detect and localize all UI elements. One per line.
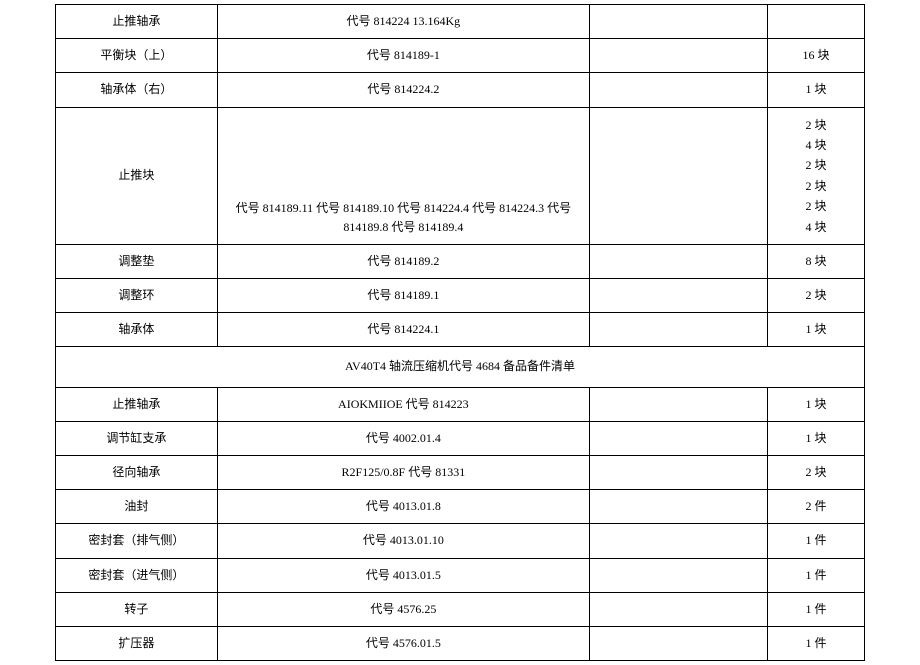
part-code-cell: 代号 814224.2 bbox=[217, 73, 589, 107]
spare-cell bbox=[589, 244, 767, 278]
spare-cell bbox=[589, 558, 767, 592]
table-row: 平衡块（上）代号 814189-1 16 块 bbox=[56, 39, 865, 73]
table-row: 止推块代号 814189.11 代号 814189.10 代号 814224.4… bbox=[56, 107, 865, 244]
spare-cell bbox=[589, 5, 767, 39]
table-row: 油封代号 4013.01.8 2 件 bbox=[56, 490, 865, 524]
spare-cell bbox=[589, 456, 767, 490]
table-row: 调节缸支承代号 4002.01.4 1 块 bbox=[56, 421, 865, 455]
part-name-cell: 密封套（排气侧） bbox=[56, 524, 218, 558]
part-name-cell: 止推轴承 bbox=[56, 5, 218, 39]
spare-cell bbox=[589, 39, 767, 73]
spare-cell bbox=[589, 387, 767, 421]
quantity-cell: 1 块 bbox=[767, 73, 864, 107]
spare-cell bbox=[589, 279, 767, 313]
spare-cell bbox=[589, 421, 767, 455]
part-name-cell: 调整环 bbox=[56, 279, 218, 313]
table-row: 调整环代号 814189.1 2 块 bbox=[56, 279, 865, 313]
quantity-cell: 1 块 bbox=[767, 387, 864, 421]
part-code-cell: AIOKMIIOE 代号 814223 bbox=[217, 387, 589, 421]
parts-table: 止推轴承代号 814224 13.164Kg平衡块（上）代号 814189-11… bbox=[55, 4, 865, 661]
part-code-cell: 代号 4002.01.4 bbox=[217, 421, 589, 455]
quantity-cell: 1 件 bbox=[767, 592, 864, 626]
quantity-cell: 2 件 bbox=[767, 490, 864, 524]
part-name-cell: 轴承体 bbox=[56, 313, 218, 347]
part-name-cell: 轴承体（右） bbox=[56, 73, 218, 107]
part-name-cell: 油封 bbox=[56, 490, 218, 524]
part-code-cell: 代号 814189.11 代号 814189.10 代号 814224.4 代号… bbox=[217, 107, 589, 244]
part-code-cell: 代号 814189-1 bbox=[217, 39, 589, 73]
quantity-cell: 1 件 bbox=[767, 626, 864, 660]
part-code-cell: 代号 4576.25 bbox=[217, 592, 589, 626]
part-name-cell: 扩压器 bbox=[56, 626, 218, 660]
table-row: AV40T4 轴流压缩机代号 4684 备品备件清单 bbox=[56, 347, 865, 387]
spare-cell bbox=[589, 313, 767, 347]
part-name-cell: 径向轴承 bbox=[56, 456, 218, 490]
part-code-cell: R2F125/0.8F 代号 81331 bbox=[217, 456, 589, 490]
spare-cell bbox=[589, 107, 767, 244]
table-row: 密封套（排气侧）代号 4013.01.10 1 件 bbox=[56, 524, 865, 558]
part-name-cell: 调整垫 bbox=[56, 244, 218, 278]
spare-cell bbox=[589, 592, 767, 626]
quantity-cell bbox=[767, 5, 864, 39]
table-row: 径向轴承R2F125/0.8F 代号 81331 2 块 bbox=[56, 456, 865, 490]
quantity-cell: 8 块 bbox=[767, 244, 864, 278]
part-code-cell: 代号 4013.01.10 bbox=[217, 524, 589, 558]
spare-cell bbox=[589, 626, 767, 660]
section-header: AV40T4 轴流压缩机代号 4684 备品备件清单 bbox=[56, 347, 865, 387]
quantity-cell: 16 块 bbox=[767, 39, 864, 73]
spare-cell bbox=[589, 524, 767, 558]
part-name-cell: 转子 bbox=[56, 592, 218, 626]
table-row: 止推轴承代号 814224 13.164Kg bbox=[56, 5, 865, 39]
part-name-cell: 调节缸支承 bbox=[56, 421, 218, 455]
spare-cell bbox=[589, 490, 767, 524]
table-row: 轴承体（右）代号 814224.2 1 块 bbox=[56, 73, 865, 107]
part-code-cell: 代号 814224.1 bbox=[217, 313, 589, 347]
part-name-cell: 密封套（进气侧） bbox=[56, 558, 218, 592]
part-name-cell: 止推轴承 bbox=[56, 387, 218, 421]
part-code-cell: 代号 4013.01.8 bbox=[217, 490, 589, 524]
quantity-cell: 1 块 bbox=[767, 421, 864, 455]
part-code-cell: 代号 814224 13.164Kg bbox=[217, 5, 589, 39]
table-row: 轴承体代号 814224.1 1 块 bbox=[56, 313, 865, 347]
table-row: 密封套（进气侧）代号 4013.01.5 1 件 bbox=[56, 558, 865, 592]
part-code-cell: 代号 814189.2 bbox=[217, 244, 589, 278]
quantity-cell: 2 块 bbox=[767, 456, 864, 490]
table-row: 调整垫代号 814189.2 8 块 bbox=[56, 244, 865, 278]
part-code-cell: 代号 4013.01.5 bbox=[217, 558, 589, 592]
part-code-cell: 代号 4576.01.5 bbox=[217, 626, 589, 660]
part-name-cell: 止推块 bbox=[56, 107, 218, 244]
part-name-cell: 平衡块（上） bbox=[56, 39, 218, 73]
quantity-cell: 2 块 4 块 2 块 2 块 2 块 4 块 bbox=[767, 107, 864, 244]
part-code-cell: 代号 814189.1 bbox=[217, 279, 589, 313]
quantity-cell: 1 块 bbox=[767, 313, 864, 347]
quantity-cell: 1 件 bbox=[767, 524, 864, 558]
spare-cell bbox=[589, 73, 767, 107]
table-row: 扩压器代号 4576.01.5 1 件 bbox=[56, 626, 865, 660]
quantity-cell: 1 件 bbox=[767, 558, 864, 592]
quantity-cell: 2 块 bbox=[767, 279, 864, 313]
table-row: 转子代号 4576.25 1 件 bbox=[56, 592, 865, 626]
table-row: 止推轴承AIOKMIIOE 代号 814223 1 块 bbox=[56, 387, 865, 421]
